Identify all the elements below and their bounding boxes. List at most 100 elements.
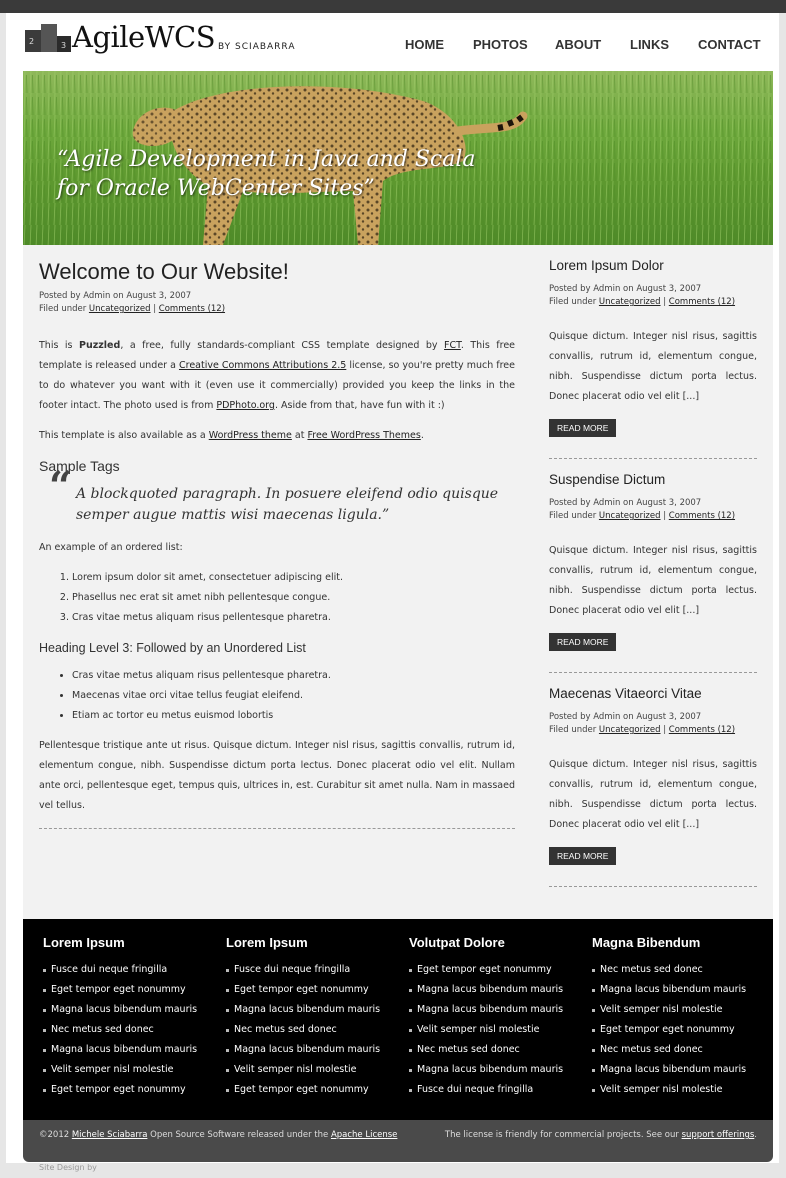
sidebar-post-text: Quisque dictum. Integer nisl risus, sagi… <box>549 331 757 402</box>
footer-link[interactable]: Magna lacus bibendum mauris <box>226 1000 401 1020</box>
footer-link[interactable]: Eget tempor eget nonummy <box>43 1080 218 1100</box>
unordered-list: Cras vitae metus aliquam risus pellentes… <box>39 666 515 726</box>
footer-column-title: Magna Bibendum <box>592 935 701 950</box>
nav-home[interactable]: HOME <box>405 37 444 52</box>
category-link[interactable]: Uncategorized <box>599 511 661 521</box>
site-logo-byline: BY SCIABARRA <box>218 42 296 52</box>
sidebar-divider <box>549 672 757 673</box>
quote-mark-icon: “ <box>49 463 73 510</box>
category-link[interactable]: Uncategorized <box>599 725 661 735</box>
footer-link[interactable]: Nec metus sed donec <box>43 1020 218 1040</box>
footer-column-title: Lorem Ipsum <box>43 935 125 950</box>
list-item: Maecenas vitae orci vitae tellus feugiat… <box>72 686 515 706</box>
site-logo-title[interactable]: AgileWCS <box>72 20 216 54</box>
sidebar-post-text: Quisque dictum. Integer nisl risus, sagi… <box>549 545 757 616</box>
sidebar-divider <box>549 458 757 459</box>
footer-link[interactable]: Velit semper nisl molestie <box>592 1000 767 1020</box>
footer-link[interactable]: Nec metus sed donec <box>592 960 767 980</box>
blockquote: “ A blockquoted paragraph. In posuere el… <box>49 463 499 524</box>
sample-tags-heading: Sample Tags <box>39 458 120 474</box>
sidebar-post: Lorem Ipsum Dolor Posted by Admin on Aug… <box>549 258 757 437</box>
footer-column: Volutpat Dolore Eget tempor eget nonummy… <box>409 935 584 1100</box>
pdphoto-link[interactable]: PDPhoto.org <box>216 400 275 411</box>
license-note: The license is friendly for commercial p… <box>444 1130 757 1140</box>
heading-level-3: Heading Level 3: Followed by an Unordere… <box>39 641 306 655</box>
footer-link[interactable]: Nec metus sed donec <box>226 1020 401 1040</box>
nav-about[interactable]: ABOUT <box>555 37 601 52</box>
author-link[interactable]: Michele Sciabarra <box>72 1130 148 1140</box>
footer-link[interactable]: Magna lacus bibendum mauris <box>409 980 584 1000</box>
podium-logo-icon[interactable]: 2 3 <box>24 20 72 52</box>
sidebar-post: Suspendise Dictum Posted by Admin on Aug… <box>549 472 757 651</box>
hero-banner: “Agile Development in Java and Scala for… <box>23 71 773 245</box>
read-more-button[interactable]: READ MORE <box>549 633 617 651</box>
support-offerings-link[interactable]: support offerings <box>682 1130 755 1140</box>
top-bar <box>0 0 786 13</box>
read-more-button[interactable]: READ MORE <box>549 847 617 865</box>
footer-column: Lorem Ipsum Fusce dui neque fringilla Eg… <box>226 935 401 1100</box>
article-divider <box>39 828 515 829</box>
list-item: Etiam ac tortor eu metus euismod loborti… <box>72 706 515 726</box>
nav-contact[interactable]: CONTACT <box>698 37 761 52</box>
free-wordpress-themes-link[interactable]: Free WordPress Themes <box>307 430 420 441</box>
category-link[interactable]: Uncategorized <box>599 297 661 307</box>
sidebar-post-text: Quisque dictum. Integer nisl risus, sagi… <box>549 759 757 830</box>
article-posted-by: Posted by Admin on August 3, 2007 <box>39 291 192 301</box>
sidebar-post-meta: Posted by Admin on August 3, 2007 <box>549 712 702 722</box>
footer-link[interactable]: Eget tempor eget nonummy <box>226 1080 401 1100</box>
template-name: Puzzled <box>79 340 121 351</box>
fct-link[interactable]: FCT <box>444 340 461 351</box>
footer-link[interactable]: Velit semper nisl molestie <box>226 1060 401 1080</box>
footer-column-title: Volutpat Dolore <box>409 935 505 950</box>
footer-link[interactable]: Eget tempor eget nonummy <box>409 960 584 980</box>
nav-photos[interactable]: PHOTOS <box>473 37 528 52</box>
footer-link[interactable]: Nec metus sed donec <box>409 1040 584 1060</box>
sidebar-post-title[interactable]: Lorem Ipsum Dolor <box>549 258 757 273</box>
license-link[interactable]: Apache License <box>331 1130 397 1140</box>
footer-link[interactable]: Magna lacus bibendum mauris <box>226 1040 401 1060</box>
ordered-list-intro: An example of an ordered list: <box>39 542 183 553</box>
footer-link[interactable]: Magna lacus bibendum mauris <box>592 980 767 1000</box>
hero-tagline-line2: for Oracle WebCenter Sites” <box>57 176 375 201</box>
footer-link[interactable]: Fusce dui neque fringilla <box>226 960 401 980</box>
footer-link[interactable]: Velit semper nisl molestie <box>43 1060 218 1080</box>
sidebar-divider <box>549 886 757 887</box>
sidebar-post-title[interactable]: Suspendise Dictum <box>549 472 757 487</box>
footer-link[interactable]: Magna lacus bibendum mauris <box>43 1000 218 1020</box>
footer-link[interactable]: Velit semper nisl molestie <box>409 1020 584 1040</box>
footer-link[interactable]: Nec metus sed donec <box>592 1040 767 1060</box>
comments-link[interactable]: Comments (12) <box>669 297 735 307</box>
footer-link[interactable]: Eget tempor eget nonummy <box>43 980 218 1000</box>
footer-link[interactable]: Magna lacus bibendum mauris <box>409 1000 584 1020</box>
sidebar-post-meta: Posted by Admin on August 3, 2007 <box>549 498 702 508</box>
footer-column: Magna Bibendum Nec metus sed donec Magna… <box>592 935 767 1100</box>
main-article: Welcome to Our Website! Posted by Admin … <box>39 258 515 829</box>
svg-text:2: 2 <box>29 37 34 46</box>
footer-link[interactable]: Magna lacus bibendum mauris <box>409 1060 584 1080</box>
creative-commons-link[interactable]: Creative Commons Attributions 2.5 <box>179 360 346 371</box>
sidebar-post-title[interactable]: Maecenas Vitaeorci Vitae <box>549 686 757 701</box>
footer-link[interactable]: Velit semper nisl molestie <box>592 1080 767 1100</box>
footer-link[interactable]: Magna lacus bibendum mauris <box>592 1060 767 1080</box>
site-design-credit: Site Design by <box>39 1163 97 1172</box>
wordpress-theme-link[interactable]: WordPress theme <box>209 430 292 441</box>
nav-links[interactable]: LINKS <box>630 37 669 52</box>
comments-link[interactable]: Comments (12) <box>159 304 225 314</box>
list-item: Cras vitae metus aliquam risus pellentes… <box>72 666 515 686</box>
footer-column-title: Lorem Ipsum <box>226 935 308 950</box>
footer-link[interactable]: Eget tempor eget nonummy <box>592 1020 767 1040</box>
footer-link[interactable]: Fusce dui neque fringilla <box>409 1080 584 1100</box>
sidebar-post-meta: Posted by Admin on August 3, 2007 <box>549 284 702 294</box>
read-more-button[interactable]: READ MORE <box>549 419 617 437</box>
list-item: Cras vitae metus aliquam risus pellentes… <box>72 608 515 628</box>
sidebar-post: Maecenas Vitaeorci Vitae Posted by Admin… <box>549 686 757 865</box>
comments-link[interactable]: Comments (12) <box>669 725 735 735</box>
comments-link[interactable]: Comments (12) <box>669 511 735 521</box>
footer-link[interactable]: Magna lacus bibendum mauris <box>43 1040 218 1060</box>
article-title[interactable]: Welcome to Our Website! <box>39 258 515 286</box>
list-item: Phasellus nec erat sit amet nibh pellent… <box>72 588 515 608</box>
wordpress-paragraph: This template is also available as a Wor… <box>39 430 424 441</box>
footer-link[interactable]: Fusce dui neque fringilla <box>43 960 218 980</box>
footer-link[interactable]: Eget tempor eget nonummy <box>226 980 401 1000</box>
category-link[interactable]: Uncategorized <box>89 304 151 314</box>
